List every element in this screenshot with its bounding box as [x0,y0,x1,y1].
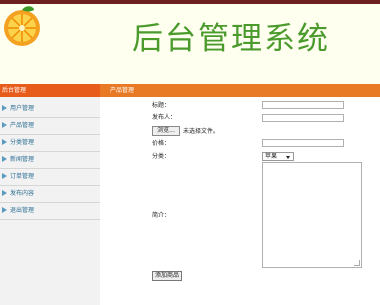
sidebar-item-label: 分类管理 [10,139,35,146]
main-heading-bar: 产品管理 [100,84,380,97]
price-input[interactable] [262,139,344,147]
sidebar-item-label: 产品管理 [10,122,35,129]
arrow-right-icon [2,156,7,162]
sidebar-nav: 用户管理 产品管理 分类管理 新闻管理 订单管理 发布内容 退出管理 [0,101,100,220]
publisher-label: 发布人： [152,114,177,121]
sidebar-item-users[interactable]: 用户管理 [0,101,100,118]
intro-textarea[interactable] [262,162,362,268]
arrow-right-icon [2,173,7,179]
title-label: 标题： [152,102,171,109]
publisher-input[interactable] [262,114,344,122]
arrow-right-icon [2,122,7,128]
resize-grip-icon[interactable] [354,260,360,266]
sidebar-item-news[interactable]: 新闻管理 [0,152,100,169]
intro-label: 简介： [152,212,171,219]
sidebar-heading: 后台管理 [2,87,27,94]
sidebar-item-categories[interactable]: 分类管理 [0,135,100,152]
category-label: 分类： [152,153,171,160]
sidebar-item-label: 发布内容 [10,190,35,197]
sidebar-item-label: 新闻管理 [10,156,35,163]
price-label: 价格： [152,140,171,147]
sidebar-item-orders[interactable]: 订单管理 [0,169,100,186]
title-input[interactable] [262,101,344,109]
arrow-right-icon [2,139,7,145]
add-product-button[interactable]: 添加商品 [152,271,182,281]
arrow-right-icon [2,105,7,111]
sidebar-item-label: 用户管理 [10,105,35,112]
browse-button[interactable]: 浏览... [152,126,180,136]
arrow-right-icon [2,190,7,196]
file-status: 未选择文件。 [183,128,220,135]
sidebar-item-publish[interactable]: 发布内容 [0,186,100,203]
sidebar-item-products[interactable]: 产品管理 [0,118,100,135]
sidebar-item-logout[interactable]: 退出管理 [0,203,100,220]
orange-logo-icon [4,6,40,46]
sidebar-heading-bar: 后台管理 [0,84,100,97]
category-value: 苹果 [265,153,278,160]
sidebar-item-label: 订单管理 [10,173,35,180]
arrow-right-icon [2,207,7,213]
main-heading: 产品管理 [110,87,135,94]
chevron-down-icon [286,156,290,159]
page-title: 后台管理系统 [132,21,330,57]
sidebar-item-label: 退出管理 [10,207,35,214]
category-select[interactable]: 苹果 [262,152,294,161]
